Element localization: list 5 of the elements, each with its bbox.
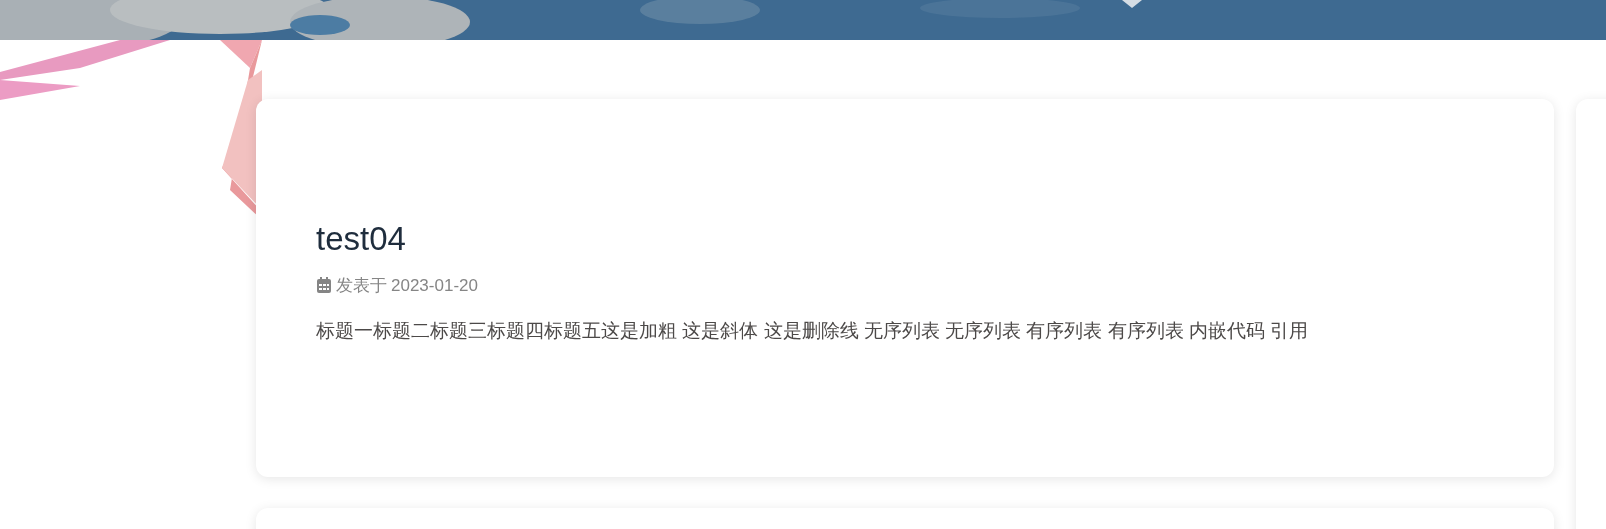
post-date: 2023-01-20 — [391, 275, 478, 297]
post-title[interactable]: test04 — [316, 219, 406, 259]
calendar-icon — [316, 277, 332, 295]
post-excerpt: 标题一标题二标题三标题四标题五这是加粗 这是斜体 这是删除线 无序列表 无序列表 有序列表 有序列表 内嵌代码 引用 — [316, 318, 1310, 343]
post-meta-label: 发表于 — [336, 275, 387, 297]
